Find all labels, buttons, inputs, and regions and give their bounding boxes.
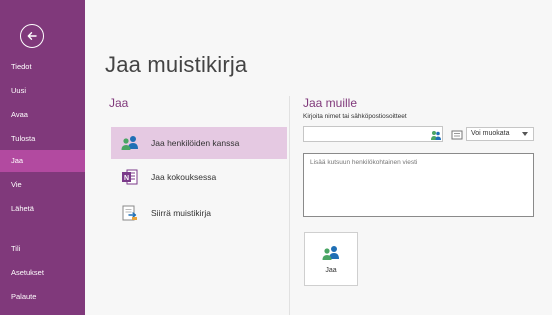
option-move-notebook[interactable]: Siirrä muistikirja <box>111 197 287 229</box>
nav-item-vie[interactable]: Vie <box>0 174 85 196</box>
onenote-icon: N <box>119 166 141 188</box>
move-notebook-icon <box>119 202 141 224</box>
permission-dropdown[interactable]: Voi muokata <box>466 127 534 141</box>
address-book-icon[interactable] <box>430 128 442 140</box>
personal-message-input[interactable]: Lisää kutsuun henkilökohtainen viesti <box>303 153 534 217</box>
option-label: Siirrä muistikirja <box>151 208 211 218</box>
option-share-in-meeting[interactable]: N Jaa kokouksessa <box>111 161 287 193</box>
option-label: Jaa kokouksessa <box>151 172 217 182</box>
backstage-sidebar: Tiedot Uusi Avaa Tulosta Jaa Vie Lähetä … <box>0 0 85 315</box>
check-names-icon[interactable] <box>451 128 463 140</box>
back-button[interactable] <box>20 24 44 48</box>
names-input[interactable] <box>303 126 443 142</box>
share-button-label: Jaa <box>325 266 337 274</box>
svg-text:N: N <box>124 175 129 182</box>
nav-item-tulosta[interactable]: Tulosta <box>0 128 85 150</box>
pane-divider <box>289 96 290 315</box>
nav-item-tiedot[interactable]: Tiedot <box>0 56 85 78</box>
people-icon <box>119 132 141 154</box>
section-title-jaa: Jaa <box>109 96 129 110</box>
chevron-down-icon <box>522 132 528 136</box>
nav-item-uusi[interactable]: Uusi <box>0 80 85 102</box>
back-arrow-icon <box>27 32 37 40</box>
share-pane-title: Jaa muille <box>303 96 358 110</box>
option-share-with-people[interactable]: Jaa henkilöiden kanssa <box>111 127 287 159</box>
share-button[interactable]: Jaa <box>304 232 358 286</box>
option-label: Jaa henkilöiden kanssa <box>151 138 240 148</box>
nav-item-asetukset[interactable]: Asetukset <box>0 262 85 284</box>
nav-item-laheta[interactable]: Lähetä <box>0 198 85 220</box>
permission-value: Voi muokata <box>471 130 510 137</box>
nav-item-tili[interactable]: Tili <box>0 238 85 260</box>
nav-item-avaa[interactable]: Avaa <box>0 104 85 126</box>
people-icon <box>322 245 339 260</box>
nav-item-palaute[interactable]: Palaute <box>0 286 85 308</box>
names-field-label: Kirjoita nimet tai sähköpostiosoitteet <box>303 113 407 120</box>
page-title: Jaa muistikirja <box>105 52 248 77</box>
nav-item-jaa[interactable]: Jaa <box>0 150 85 172</box>
message-placeholder: Lisää kutsuun henkilökohtainen viesti <box>310 159 418 166</box>
